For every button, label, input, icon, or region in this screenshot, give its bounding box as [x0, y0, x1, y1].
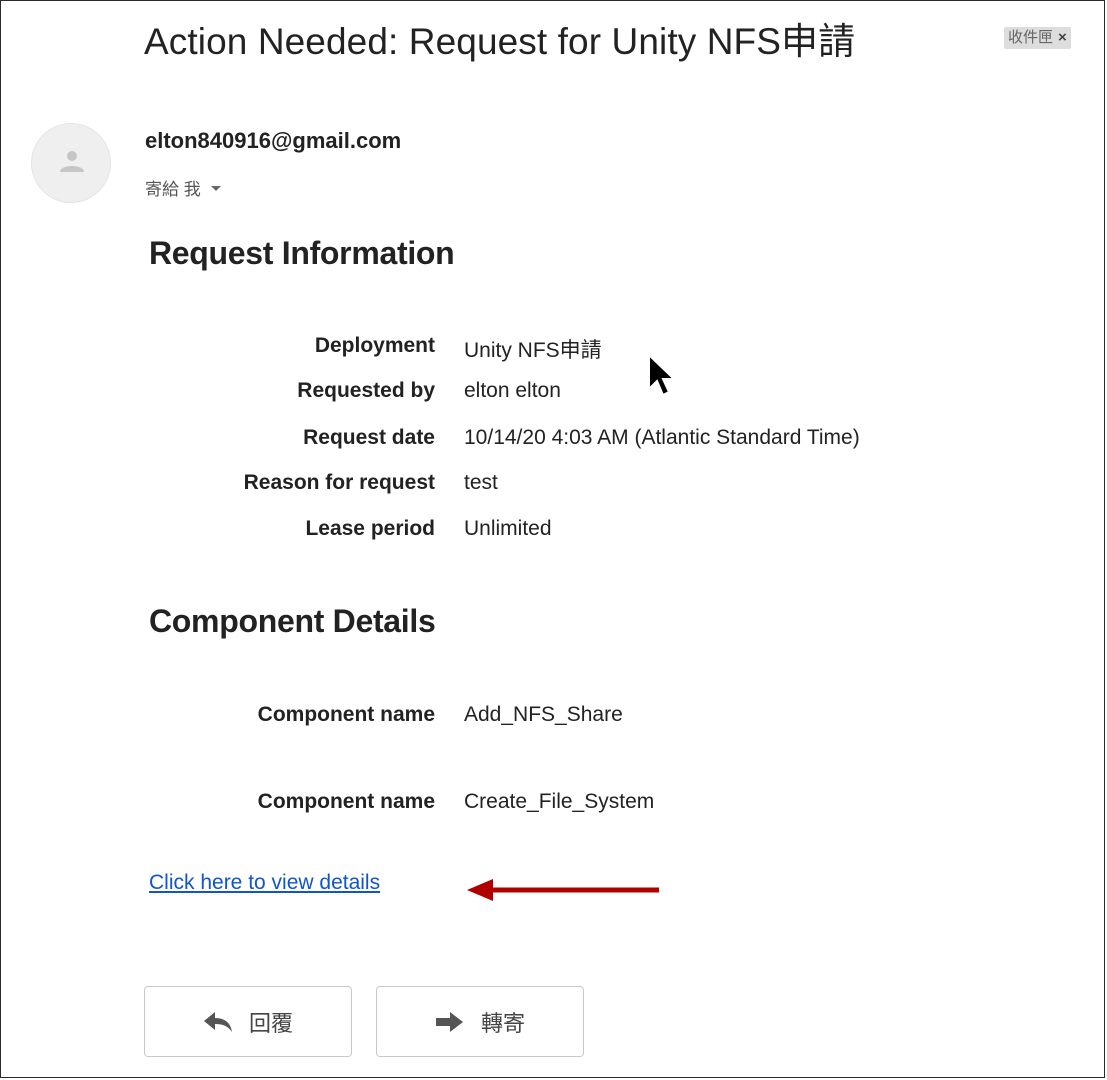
component-row: Component name Create_File_System	[1, 790, 1101, 820]
recipient-text: 寄給 我	[145, 180, 201, 199]
component-value: Add_NFS_Share	[464, 703, 623, 726]
email-view: Action Needed: Request for Unity NFS申請 收…	[0, 0, 1105, 1078]
info-label: Reason for request	[243, 471, 435, 494]
annotation-arrow-icon	[467, 879, 659, 901]
info-value: test	[464, 471, 498, 494]
info-label: Requested by	[297, 379, 435, 402]
info-value: elton elton	[464, 379, 561, 402]
forward-arrow-icon	[435, 1011, 463, 1032]
info-row-requested-by: Requested by elton elton	[1, 379, 1101, 409]
inbox-label-chip[interactable]: 收件匣 ×	[1004, 27, 1071, 49]
component-details-heading: Component Details	[149, 603, 436, 639]
request-information-heading: Request Information	[149, 235, 455, 271]
component-value: Create_File_System	[464, 790, 655, 813]
info-label: Request date	[303, 426, 435, 449]
info-row-lease-period: Lease period Unlimited	[1, 517, 1101, 547]
reply-button[interactable]: 回覆	[144, 986, 352, 1057]
info-label: Lease period	[305, 517, 435, 540]
sender-avatar[interactable]	[31, 123, 111, 203]
info-value: 10/14/20 4:03 AM (Atlantic Standard Time…	[464, 426, 860, 449]
reply-label: 回覆	[248, 1010, 293, 1036]
component-label: Component name	[257, 790, 435, 813]
forward-button[interactable]: 轉寄	[376, 986, 584, 1057]
info-label: Deployment	[314, 334, 435, 357]
email-subject: Action Needed: Request for Unity NFS申請	[144, 21, 856, 62]
sender-email[interactable]: elton840916@gmail.com	[145, 128, 401, 154]
remove-label-icon[interactable]: ×	[1058, 29, 1067, 46]
info-row-request-date: Request date 10/14/20 4:03 AM (Atlantic …	[1, 426, 1101, 456]
component-row: Component name Add_NFS_Share	[1, 703, 1101, 733]
info-row-reason: Reason for request test	[1, 471, 1101, 501]
reply-arrow-icon	[203, 1011, 232, 1032]
info-value: Unlimited	[464, 517, 552, 540]
forward-label: 轉寄	[480, 1010, 525, 1036]
person-icon	[60, 151, 84, 172]
mouse-cursor-icon	[648, 353, 677, 397]
recipient-details-toggle[interactable]: 寄給 我	[145, 175, 221, 200]
inbox-label-text: 收件匣	[1008, 29, 1054, 46]
component-label: Component name	[257, 703, 435, 726]
view-details-link[interactable]: Click here to view details	[149, 871, 380, 895]
info-row-deployment: Deployment Unity NFS申請	[1, 334, 1101, 364]
info-value: Unity NFS申請	[464, 339, 602, 362]
caret-down-icon	[210, 186, 221, 191]
